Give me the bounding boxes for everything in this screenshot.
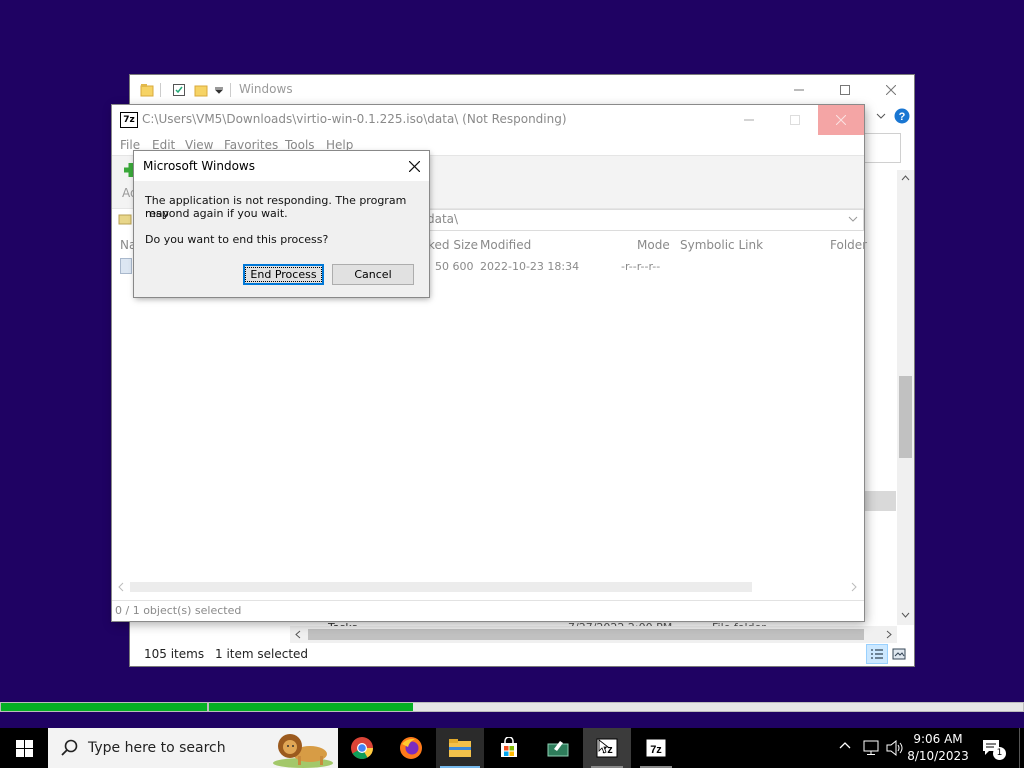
close-button[interactable] (818, 105, 864, 135)
customize-dropdown-icon[interactable] (214, 85, 224, 95)
progress-bar-2-fill (209, 703, 413, 711)
menu-file[interactable]: File (120, 138, 140, 152)
search-box[interactable] (864, 133, 901, 163)
7zip-icon: 7z (596, 738, 618, 758)
status-selected: 1 item selected (215, 647, 309, 661)
network-icon[interactable] (862, 740, 880, 756)
taskbar-chrome[interactable] (338, 728, 386, 768)
lion-search-highlight-icon (270, 730, 336, 768)
close-icon (408, 160, 420, 172)
horizontal-scrollbar[interactable] (112, 578, 864, 596)
divider (160, 83, 161, 97)
address-text: data\ (427, 212, 459, 226)
window-title: C:\Users\VM5\Downloads\virtio-win-0.1.22… (142, 112, 567, 126)
column-modified[interactable]: Modified (480, 238, 531, 252)
taskbar-store[interactable] (485, 728, 533, 768)
column-folder[interactable]: Folder (830, 238, 867, 252)
status-bar-text: 0 / 1 object(s) selected (115, 604, 242, 617)
properties-icon[interactable] (172, 83, 186, 97)
ribbon-expand-icon[interactable] (876, 111, 886, 121)
column-symbolic-link[interactable]: Symbolic Link (680, 238, 763, 252)
volume-icon[interactable] (886, 740, 904, 756)
dialog-title: Microsoft Windows (143, 159, 255, 173)
folder-up-icon[interactable] (118, 211, 132, 225)
menu-tools[interactable]: Tools (285, 138, 315, 152)
cancel-button[interactable]: Cancel (332, 264, 414, 285)
progress-bar-1 (0, 702, 208, 712)
dialog-message-line2: respond again if you wait. (145, 207, 288, 220)
file-icon[interactable] (120, 258, 132, 274)
end-process-button[interactable]: End Process (243, 264, 324, 285)
start-button[interactable] (0, 728, 48, 768)
progress-bar-1-fill (1, 703, 207, 711)
clock-time[interactable]: 9:06 AM (906, 732, 970, 746)
dialog-close-button[interactable] (399, 151, 429, 181)
folder-icon (140, 83, 154, 97)
windows-logo-icon (15, 739, 33, 757)
taskbar-7zip-active[interactable]: 7z (583, 728, 631, 768)
svg-text:7z: 7z (650, 744, 662, 756)
taskbar-search-box[interactable]: Type here to search (48, 728, 338, 768)
svg-text:?: ? (899, 111, 906, 123)
maximize-button[interactable] (772, 105, 818, 135)
tray-overflow-chevron-icon[interactable] (839, 741, 851, 751)
screen-tool-icon (547, 741, 569, 757)
file-explorer-icon (449, 739, 471, 757)
minimize-button[interactable] (776, 75, 822, 105)
large-icons-view-icon[interactable] (888, 644, 910, 664)
help-icon[interactable]: ? (894, 108, 910, 124)
notification-badge: 1 (993, 747, 1006, 760)
new-folder-icon[interactable] (194, 83, 208, 97)
not-responding-dialog: Microsoft Windows The application is not… (134, 151, 429, 297)
taskbar-file-explorer[interactable] (436, 728, 484, 768)
search-icon (60, 739, 78, 757)
store-icon (501, 737, 517, 757)
column-packed-size[interactable]: ked Size (428, 238, 478, 252)
minimize-button[interactable] (726, 105, 772, 135)
progress-bar-2 (208, 702, 1024, 712)
horizontal-scrollbar[interactable] (290, 626, 897, 643)
taskbar-firefox[interactable] (387, 728, 435, 768)
menu-help[interactable]: Help (326, 138, 353, 152)
7zip-app-icon: 7z (120, 112, 138, 128)
address-dropdown-icon[interactable] (848, 215, 858, 223)
dialog-titlebar: Microsoft Windows (134, 151, 429, 181)
vertical-scrollbar[interactable] (897, 170, 914, 625)
taskbar-7zip[interactable]: 7z (632, 728, 680, 768)
row-mode: -r--r--r-- (621, 260, 661, 273)
row-modified: 2022-10-23 18:34 (480, 260, 580, 273)
clock-date[interactable]: 8/10/2023 (906, 749, 970, 763)
row-packed-size: 50 600 (435, 260, 474, 273)
status-item-count: 105 items (144, 647, 205, 661)
selected-row-highlight (864, 491, 896, 511)
maximize-button[interactable] (822, 75, 868, 105)
chrome-icon (351, 737, 373, 759)
menu-view[interactable]: View (185, 138, 213, 152)
divider (112, 600, 864, 601)
divider (230, 83, 231, 97)
search-placeholder: Type here to search (88, 740, 226, 756)
column-mode[interactable]: Mode (637, 238, 670, 252)
end-process-label: End Process (245, 267, 322, 282)
explorer-title: Windows (239, 82, 293, 96)
menu-favorites[interactable]: Favorites (224, 138, 278, 152)
7zip-icon: 7z (645, 738, 667, 758)
close-button[interactable] (868, 75, 914, 105)
firefox-icon (400, 737, 422, 759)
details-view-icon[interactable] (866, 644, 888, 664)
show-desktop-button[interactable] (1019, 728, 1024, 768)
dialog-question: Do you want to end this process? (145, 233, 329, 246)
menu-edit[interactable]: Edit (152, 138, 175, 152)
taskbar: Type here to search 7z 7z 9:06 AM 8/10/2… (0, 728, 1024, 768)
taskbar-screen-tool[interactable] (534, 728, 582, 768)
explorer-titlebar: Windows (130, 75, 914, 105)
